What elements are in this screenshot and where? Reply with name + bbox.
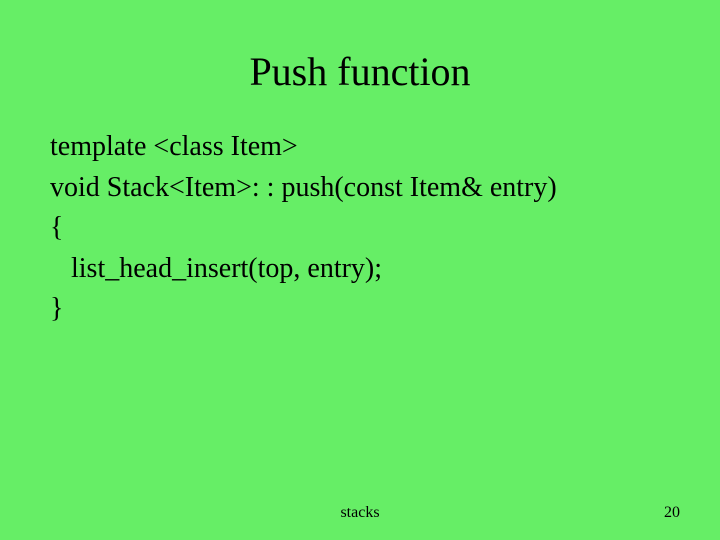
page-number: 20 <box>664 504 680 522</box>
code-line-2: void Stack<Item>: : push(const Item& ent… <box>50 168 670 209</box>
code-line-1: template <class Item> <box>50 127 670 168</box>
footer-label: stacks <box>0 504 720 522</box>
code-line-5: } <box>50 289 670 330</box>
slide-body: template <class Item> void Stack<Item>: … <box>0 127 720 330</box>
code-line-3: { <box>50 208 670 249</box>
slide-title: Push function <box>0 0 720 127</box>
code-line-4: list_head_insert(top, entry); <box>50 249 670 290</box>
